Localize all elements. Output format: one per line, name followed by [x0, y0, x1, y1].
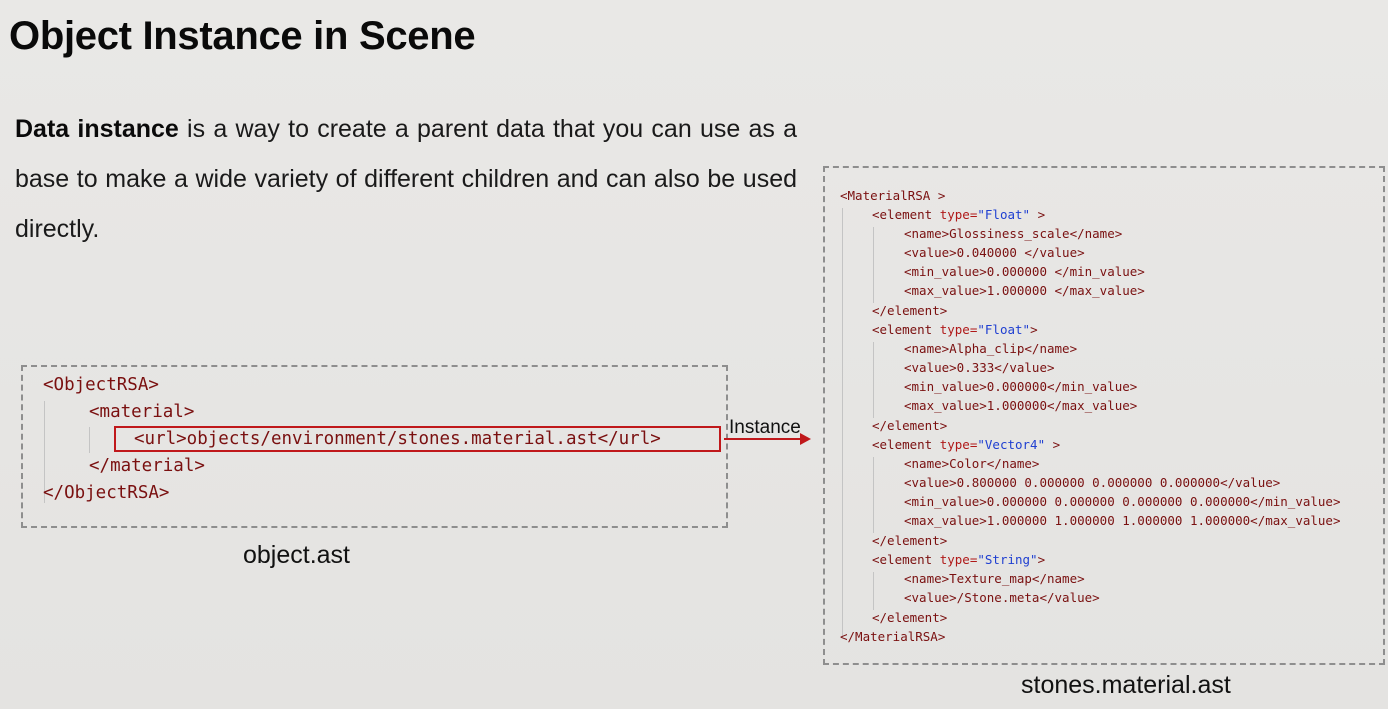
instance-arrow-head: [800, 433, 811, 445]
code-line-child: <name>Glossiness_scale</name>: [904, 226, 1123, 241]
tag-text: >: [1045, 437, 1061, 452]
code-line-url: <url>objects/environment/stones.material…: [134, 429, 661, 449]
code-line-child: <value>0.333</value>: [904, 360, 1055, 375]
indent-guide: [842, 208, 843, 638]
attr-name: type=: [939, 207, 978, 222]
code-line-element-close: </element>: [872, 533, 948, 548]
tag-text: >: [1030, 322, 1038, 337]
code-line-child: <max_value>1.000000</max_value>: [904, 398, 1138, 413]
material-ast-code-box: <MaterialRSA > <element type="Float" > <…: [823, 166, 1385, 665]
indent-guide: [873, 457, 874, 533]
attr-name: type=: [939, 322, 978, 337]
code-line-object-open: <ObjectRSA>: [43, 375, 159, 395]
description-bold-term: Data instance: [15, 115, 179, 143]
code-line-child: <value>/Stone.meta</value>: [904, 590, 1100, 605]
code-line-child: <max_value>1.000000 </max_value>: [904, 283, 1145, 298]
code-line-element-close: </element>: [872, 610, 948, 625]
code-line-material-close: </material>: [89, 456, 205, 476]
attr-value: "Float": [977, 322, 1031, 337]
indent-guide: [89, 427, 90, 453]
attr-name: type=: [939, 437, 978, 452]
material-ast-caption: stones.material.ast: [1021, 671, 1231, 699]
code-line-element-close: </element>: [872, 418, 948, 433]
code-line-child: <name>Alpha_clip</name>: [904, 341, 1078, 356]
code-line-element-open: <element type="Float">: [872, 322, 1038, 337]
code-line-element-open: <element type="String">: [872, 552, 1045, 567]
slide-title: Object Instance in Scene: [9, 14, 476, 58]
attr-value: "Float": [977, 207, 1031, 222]
code-line-materialrsa-open: <MaterialRSA >: [840, 188, 946, 203]
indent-guide: [873, 227, 874, 303]
indent-guide: [873, 342, 874, 418]
indent-guide: [873, 572, 874, 610]
code-line-child: <value>0.040000 </value>: [904, 245, 1085, 260]
code-line-child: <min_value>0.000000 0.000000 0.000000 0.…: [904, 494, 1341, 509]
code-line-child: <min_value>0.000000 </min_value>: [904, 264, 1145, 279]
attr-value: "String": [977, 552, 1038, 567]
code-line-element-close: </element>: [872, 303, 948, 318]
code-line-child: <name>Color</name>: [904, 456, 1040, 471]
code-line-child: <name>Texture_map</name>: [904, 571, 1085, 586]
code-line-material-open: <material>: [89, 402, 195, 422]
attr-name: type=: [939, 552, 978, 567]
instance-arrow-label: Instance: [729, 417, 801, 438]
code-line-child: <max_value>1.000000 1.000000 1.000000 1.…: [904, 513, 1341, 528]
tag-text: <element: [872, 437, 940, 452]
tag-text: <element: [872, 207, 940, 222]
code-line-materialrsa-close: </MaterialRSA>: [840, 629, 946, 644]
tag-text: <element: [872, 552, 940, 567]
code-line-child: <value>0.800000 0.000000 0.000000 0.0000…: [904, 475, 1281, 490]
code-line-object-close: </ObjectRSA>: [43, 483, 170, 503]
code-line-element-open: <element type="Float" >: [872, 207, 1045, 222]
slide-description: Data instance is a way to create a paren…: [15, 104, 797, 254]
tag-text: <element: [872, 322, 940, 337]
object-ast-code-box: <ObjectRSA> <material> <url>objects/envi…: [21, 365, 728, 528]
tag-text: >: [1037, 552, 1046, 567]
object-ast-caption: object.ast: [243, 541, 351, 569]
tag-text: >: [1030, 207, 1046, 222]
code-line-element-open: <element type="Vector4" >: [872, 437, 1060, 452]
attr-value: "Vector4": [977, 437, 1046, 452]
code-line-child: <min_value>0.000000</min_value>: [904, 379, 1138, 394]
